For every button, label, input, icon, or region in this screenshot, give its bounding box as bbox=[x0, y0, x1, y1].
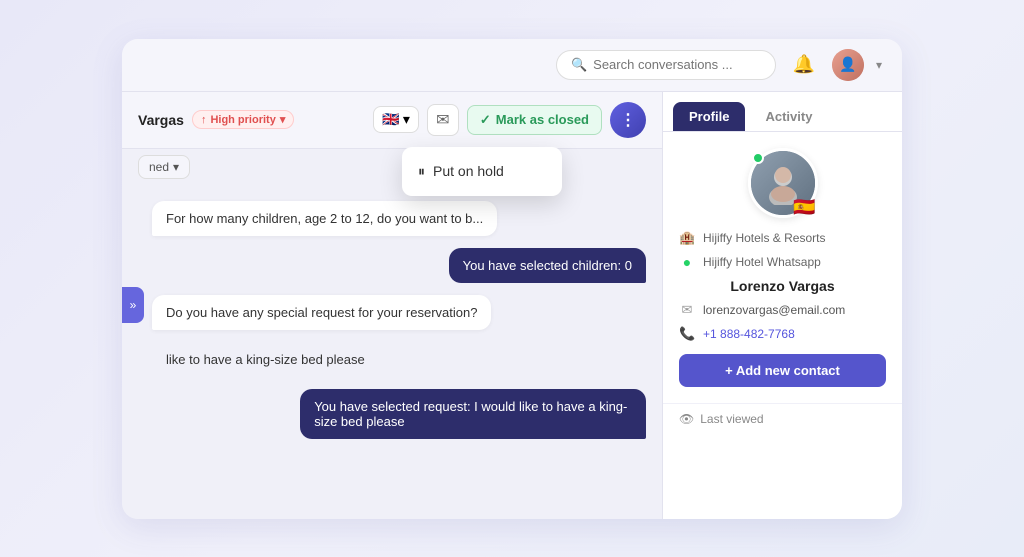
flag-chevron: ▾ bbox=[403, 111, 410, 128]
mark-closed-button[interactable]: ✓ Mark as closed bbox=[467, 105, 602, 135]
email-icon: ✉ bbox=[679, 302, 695, 318]
profile-content: 🇪🇸 🏨 Hijiffy Hotels & Resorts ● Hijiffy … bbox=[663, 132, 902, 403]
search-icon: 🔍 bbox=[571, 57, 587, 73]
email-address: lorenzovargas@email.com bbox=[703, 303, 845, 317]
profile-panel: Profile Activity bbox=[662, 92, 902, 519]
language-flag-button[interactable]: 🇬🇧 ▾ bbox=[373, 106, 418, 133]
priority-badge: ↑ High priority ▾ bbox=[192, 110, 294, 129]
user-avatar[interactable]: 👤 bbox=[832, 49, 864, 81]
collapse-icon: » bbox=[130, 298, 137, 312]
profile-name: Lorenzo Vargas bbox=[679, 278, 886, 294]
phone-row: 📞 +1 888-482-7768 bbox=[679, 326, 886, 342]
priority-arrow: ↑ bbox=[201, 114, 207, 126]
header-bar: 🔍 🔔 👤 ▾ bbox=[122, 39, 902, 92]
message-bot-2: Do you have any special request for your… bbox=[152, 295, 491, 330]
phone-number[interactable]: +1 888-482-7768 bbox=[703, 327, 795, 341]
online-indicator bbox=[752, 152, 764, 164]
check-icon: ✓ bbox=[480, 112, 491, 128]
chevron-down-icon[interactable]: ▾ bbox=[876, 58, 882, 72]
mark-closed-label: Mark as closed bbox=[496, 112, 589, 127]
country-flag-badge: 🇪🇸 bbox=[793, 198, 815, 216]
put-on-hold-label: Put on hold bbox=[433, 163, 504, 179]
email-row: ✉ lorenzovargas@email.com bbox=[679, 302, 886, 318]
notifications-icon[interactable]: 🔔 bbox=[788, 49, 820, 81]
profile-tabs: Profile Activity bbox=[663, 92, 902, 132]
put-on-hold-item[interactable]: ⏸ Put on hold bbox=[402, 153, 562, 190]
tab-profile[interactable]: Profile bbox=[673, 102, 745, 131]
message-user-1: like to have a king-size bed please bbox=[152, 342, 379, 377]
add-contact-button[interactable]: + Add new contact bbox=[679, 354, 886, 387]
company-name: Hijiffy Hotels & Resorts bbox=[703, 231, 825, 245]
tab-activity[interactable]: Activity bbox=[749, 102, 828, 131]
message-bot-1: For how many children, age 2 to 12, do y… bbox=[152, 201, 497, 236]
collapse-arrow[interactable]: » bbox=[122, 287, 144, 323]
conversation-header: Vargas ↑ High priority ▾ 🇬🇧 ▾ ✉ ✓ Mark a… bbox=[122, 92, 662, 149]
message-selected-2: You have selected request: I would like … bbox=[300, 389, 646, 439]
status-label: ned bbox=[149, 160, 169, 174]
status-bar: ned ▾ bbox=[122, 149, 662, 185]
contact-name: Vargas bbox=[138, 112, 184, 128]
priority-label: High priority bbox=[210, 114, 275, 126]
company-row: 🏨 Hijiffy Hotels & Resorts bbox=[679, 230, 886, 246]
dropdown-menu: ⏸ Put on hold bbox=[402, 147, 562, 196]
eye-icon: 👁 bbox=[679, 412, 694, 426]
email-icon-button[interactable]: ✉ bbox=[427, 104, 459, 136]
whatsapp-icon: ● bbox=[679, 254, 695, 270]
hold-icon: ⏸ bbox=[418, 163, 425, 180]
conversation-panel: Vargas ↑ High priority ▾ 🇬🇧 ▾ ✉ ✓ Mark a… bbox=[122, 92, 662, 519]
content-area: Vargas ↑ High priority ▾ 🇬🇧 ▾ ✉ ✓ Mark a… bbox=[122, 92, 902, 519]
conversation-actions: 🇬🇧 ▾ ✉ ✓ Mark as closed ⋮ bbox=[373, 102, 646, 138]
more-options-icon: ⋮ bbox=[620, 110, 636, 130]
add-contact-label: + Add new contact bbox=[725, 363, 840, 378]
phone-icon: 📞 bbox=[679, 326, 695, 342]
building-icon: 🏨 bbox=[679, 230, 695, 246]
message-selected-1: You have selected children: 0 bbox=[449, 248, 646, 283]
search-input[interactable] bbox=[593, 57, 761, 72]
last-viewed-label: Last viewed bbox=[700, 412, 763, 426]
profile-avatar-wrap: 🇪🇸 bbox=[748, 148, 818, 218]
status-chevron: ▾ bbox=[173, 160, 179, 174]
last-viewed-row: 👁 Last viewed bbox=[663, 403, 902, 434]
channel-row: ● Hijiffy Hotel Whatsapp bbox=[679, 254, 886, 270]
messages-area[interactable]: For how many children, age 2 to 12, do y… bbox=[122, 185, 662, 519]
channel-name: Hijiffy Hotel Whatsapp bbox=[703, 255, 821, 269]
status-select[interactable]: ned ▾ bbox=[138, 155, 190, 179]
search-box[interactable]: 🔍 bbox=[556, 50, 776, 80]
flag-emoji: 🇬🇧 bbox=[382, 111, 399, 128]
more-options-button[interactable]: ⋮ bbox=[610, 102, 646, 138]
profile-info: 🏨 Hijiffy Hotels & Resorts ● Hijiffy Hot… bbox=[679, 230, 886, 342]
priority-chevron: ▾ bbox=[280, 113, 286, 126]
